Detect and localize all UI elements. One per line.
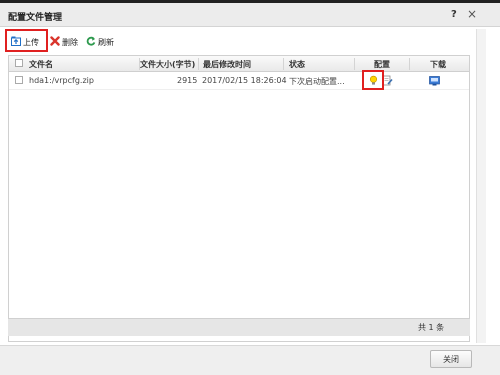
select-all-checkbox[interactable] <box>15 59 23 69</box>
delete-x-icon <box>50 36 60 48</box>
vertical-scrollbar[interactable] <box>476 29 486 343</box>
file-name-cell: hda1:/vrpcfg.zip <box>29 76 94 85</box>
close-button[interactable]: 关闭 <box>430 350 472 368</box>
close-icon[interactable]: × <box>467 7 477 21</box>
table-header: 文件名 文件大小(字节) 最后修改时间 状态 配置 下载 <box>9 56 469 72</box>
column-header-size[interactable]: 文件大小(字节) <box>140 59 195 70</box>
column-header-modified[interactable]: 最后修改时间 <box>203 59 251 70</box>
table-footer-bar <box>8 318 470 336</box>
help-button[interactable]: ? <box>451 9 457 20</box>
file-size-cell: 2915 <box>177 76 198 85</box>
upload-highlight-box <box>5 29 48 52</box>
config-highlight-box <box>362 70 384 90</box>
modified-time-cell: 2017/02/15 18:26:04 <box>202 76 287 85</box>
dialog-title: 配置文件管理 <box>8 13 63 23</box>
column-header-config[interactable]: 配置 <box>374 59 390 70</box>
dialog-button-bar <box>0 345 500 375</box>
refresh-icon <box>86 36 96 48</box>
toolbar: 上传 删除 刷新 <box>8 32 493 52</box>
column-header-download[interactable]: 下载 <box>430 59 446 70</box>
config-file-table: 文件名 文件大小(字节) 最后修改时间 状态 配置 下载 hda1:/vrpcf… <box>8 55 470 342</box>
column-header-name[interactable]: 文件名 <box>29 59 53 70</box>
column-header-status[interactable]: 状态 <box>289 59 305 70</box>
download-icon[interactable] <box>429 75 440 88</box>
refresh-button[interactable]: 刷新 <box>86 35 114 49</box>
row-checkbox[interactable] <box>15 76 23 86</box>
total-count: 共 1 条 <box>418 323 445 332</box>
refresh-label: 刷新 <box>98 37 114 47</box>
delete-button[interactable]: 删除 <box>50 35 78 49</box>
status-cell: 下次启动配置... <box>289 77 345 86</box>
dialog-titlebar: 配置文件管理 ? × <box>0 3 500 27</box>
delete-label: 删除 <box>62 37 78 47</box>
table-row[interactable]: hda1:/vrpcfg.zip 2915 2017/02/15 18:26:0… <box>9 72 469 90</box>
